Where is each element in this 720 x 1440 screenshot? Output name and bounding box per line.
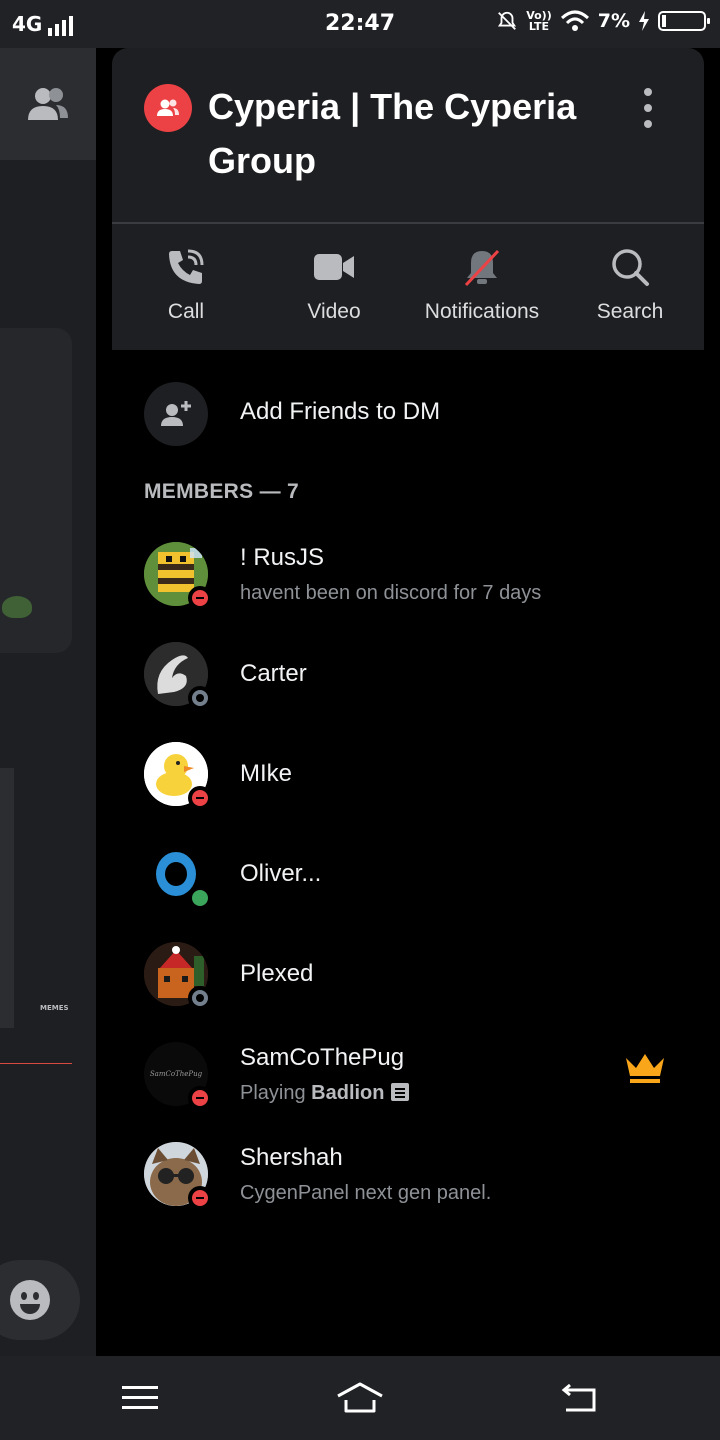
offline-status-icon	[188, 986, 212, 1010]
group-name: Cyperia | The Cyperia Group	[208, 86, 577, 181]
more-options-icon[interactable]	[636, 88, 660, 128]
notifications-label: Notifications	[424, 300, 540, 323]
member-name: ! RusJS	[240, 544, 325, 571]
member-name: Shershah	[240, 1144, 343, 1171]
member-item-shershah[interactable]: Shershah CygenPanel next gen panel.	[112, 1142, 704, 1222]
home-icon[interactable]	[336, 1382, 384, 1414]
background-header	[0, 48, 96, 160]
member-item-oliver[interactable]: Oliver...	[112, 842, 704, 922]
video-button[interactable]: Video	[260, 244, 408, 334]
group-dm-panel: Cyperia | The Cyperia Group Call Video N…	[112, 48, 704, 1356]
group-members-icon	[157, 99, 179, 116]
volte-bottom: LTE	[528, 20, 550, 33]
add-friends-button[interactable]: Add Friends to DM	[112, 382, 704, 448]
background-embed-card	[0, 328, 72, 653]
video-label: Video	[307, 300, 361, 323]
smiley-icon	[10, 1280, 50, 1320]
bell-muted-icon	[464, 249, 500, 287]
dnd-status-icon	[188, 586, 212, 610]
member-name: Oliver...	[240, 860, 322, 887]
member-custom-status: CygenPanel next gen panel.	[240, 1182, 492, 1204]
member-name: Plexed	[240, 960, 314, 987]
status-icons: Vo)) LTE 7%	[496, 10, 710, 32]
member-custom-status: havent been on discord for 7 days	[240, 582, 542, 604]
menu-icon[interactable]	[122, 1384, 158, 1412]
battery-percent: 7%	[597, 10, 630, 32]
search-button[interactable]: Search	[556, 244, 704, 334]
system-nav-bar	[0, 1356, 720, 1440]
call-label: Call	[167, 300, 205, 323]
action-bar: Call Video Notifications Search	[112, 244, 704, 334]
wifi-icon	[560, 10, 589, 31]
offline-status-icon	[188, 686, 212, 710]
frog-image	[2, 596, 32, 618]
member-name: MIke	[240, 760, 293, 787]
header-divider	[112, 222, 704, 224]
member-item-carter[interactable]: Carter	[112, 642, 704, 722]
notifications-off-icon	[498, 11, 517, 30]
notifications-button[interactable]: Notifications	[408, 244, 556, 334]
dnd-status-icon	[188, 1086, 212, 1110]
activity-prefix: Playing	[240, 1082, 312, 1104]
avatar-signature-text: SamCoThePug	[149, 1070, 203, 1078]
person-plus-icon	[161, 401, 191, 426]
member-name: SamCoThePug	[240, 1044, 405, 1071]
add-friends-label: Add Friends to DM	[240, 398, 441, 425]
member-item-samcothepug[interactable]: SamCoThePug SamCoThePug Playing Badlion	[112, 1042, 704, 1122]
search-label: Search	[596, 300, 664, 323]
member-name: Carter	[240, 660, 307, 687]
dnd-status-icon	[188, 786, 212, 810]
search-icon	[612, 249, 649, 286]
add-friend-icon	[144, 382, 208, 446]
back-icon[interactable]	[560, 1384, 598, 1412]
dnd-status-icon	[188, 1186, 212, 1210]
background-channel-pane: MEMES	[0, 48, 96, 1356]
emoji-button[interactable]	[0, 1260, 80, 1340]
status-bar: 4G 22:47 Vo)) LTE 7%	[0, 0, 720, 48]
video-icon	[314, 254, 354, 280]
memes-label: MEMES	[40, 1004, 69, 1012]
rich-presence-icon	[390, 1083, 409, 1101]
volte-icon: Vo)) LTE	[526, 10, 552, 32]
call-icon	[169, 249, 204, 284]
member-item-plexed[interactable]: Plexed	[112, 942, 704, 1022]
activity-game: Badlion	[311, 1082, 385, 1104]
crown-icon	[626, 1054, 664, 1083]
group-dm-icon	[144, 84, 192, 132]
online-status-icon	[188, 886, 212, 910]
new-messages-divider	[0, 1063, 72, 1064]
member-activity: Playing Badlion	[240, 1082, 409, 1105]
panel-header: Cyperia | The Cyperia Group Call Video N…	[112, 48, 704, 350]
background-embed-strip	[0, 768, 14, 1028]
member-item-mike[interactable]: MIke	[112, 742, 704, 822]
members-icon[interactable]	[26, 86, 70, 122]
charging-icon	[639, 11, 649, 31]
member-item-rusjs[interactable]: ! RusJS havent been on discord for 7 day…	[112, 542, 704, 622]
members-header: MEMBERS — 7	[144, 480, 299, 503]
battery-icon	[658, 11, 710, 31]
call-button[interactable]: Call	[112, 244, 260, 334]
